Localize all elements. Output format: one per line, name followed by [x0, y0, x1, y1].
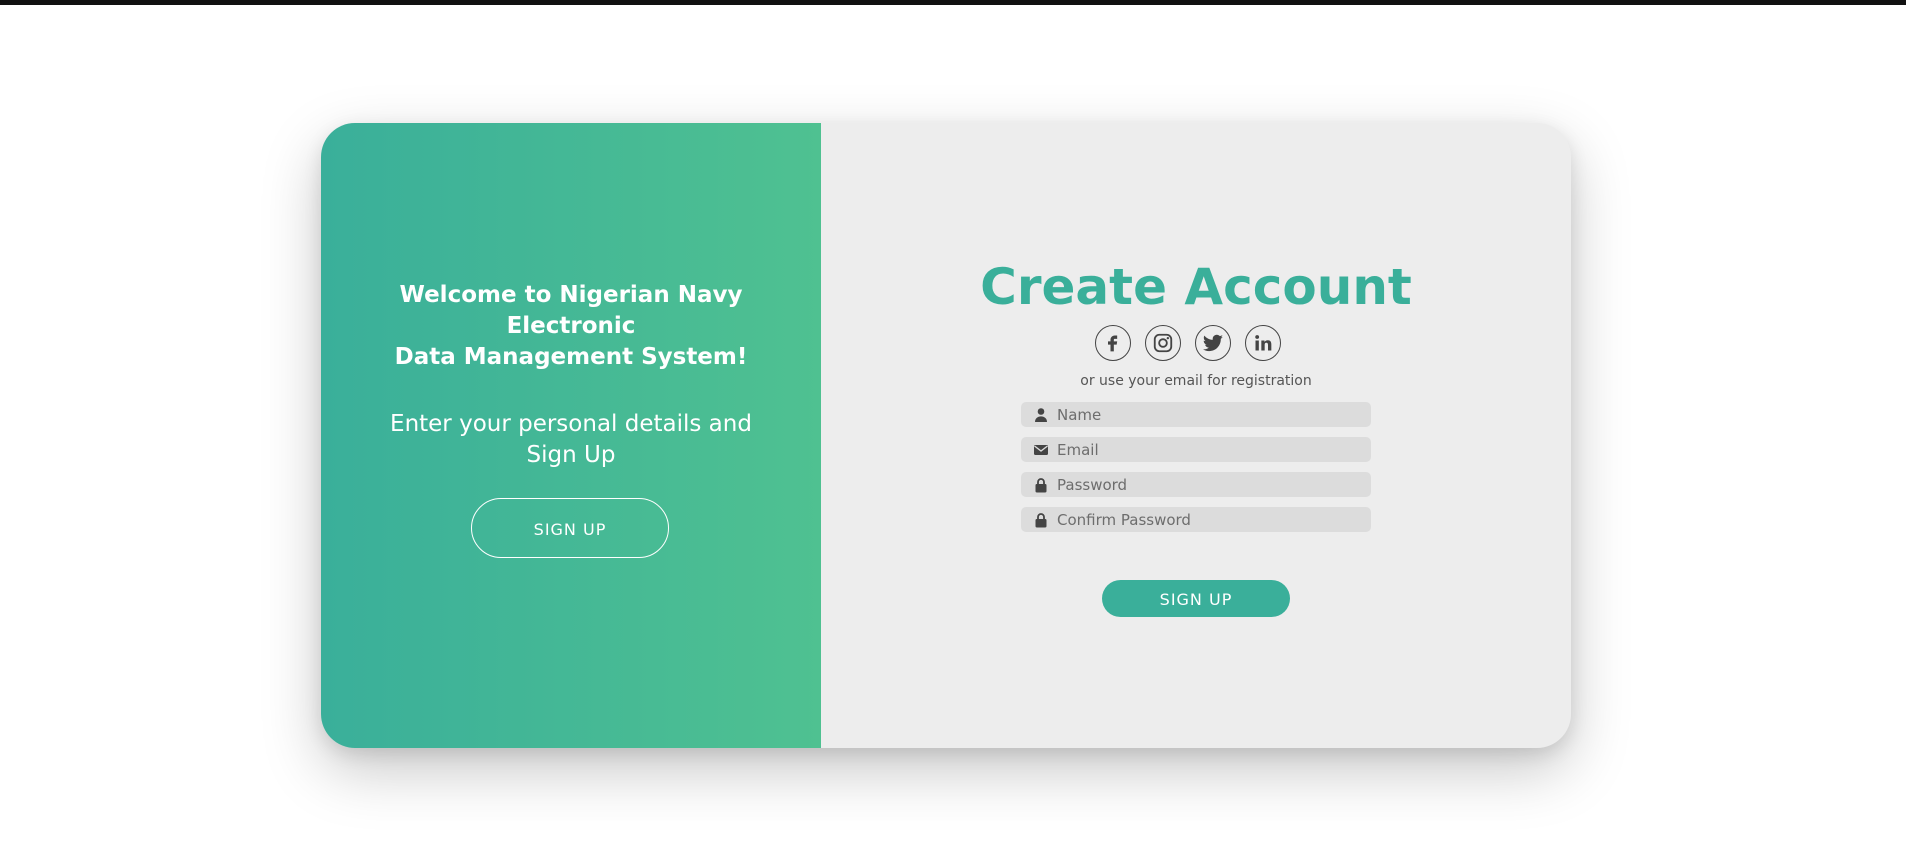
signup-card: Welcome to Nigerian Navy Electronic Data… — [321, 123, 1571, 748]
lock-icon — [1035, 478, 1047, 493]
welcome-subtext-line: Enter your personal details and — [390, 411, 752, 437]
social-links — [1095, 325, 1305, 365]
twitter-icon[interactable] — [1195, 325, 1231, 361]
password-field — [1021, 472, 1371, 497]
lock-icon — [1035, 513, 1047, 528]
instagram-icon[interactable] — [1145, 325, 1181, 361]
password-input[interactable] — [1057, 472, 1363, 497]
welcome-panel: Welcome to Nigerian Navy Electronic Data… — [321, 123, 821, 748]
email-field — [1021, 437, 1371, 462]
welcome-subtext: Enter your personal details and Sign Up — [351, 409, 791, 471]
welcome-subtext-line: Sign Up — [526, 442, 616, 468]
user-icon — [1035, 408, 1047, 422]
confirm-password-input[interactable] — [1057, 507, 1363, 532]
form-title: Create Account — [980, 258, 1412, 316]
welcome-heading-line: Electronic — [506, 313, 636, 339]
confirm-password-field — [1021, 507, 1371, 532]
name-field — [1021, 402, 1371, 427]
welcome-heading-line: Welcome to Nigerian Navy — [399, 282, 743, 308]
email-input[interactable] — [1057, 437, 1363, 462]
welcome-heading-line: Data Management System! — [394, 344, 748, 370]
name-input[interactable] — [1057, 402, 1363, 427]
linkedin-icon[interactable] — [1245, 325, 1281, 361]
welcome-heading: Welcome to Nigerian Navy Electronic Data… — [351, 280, 791, 373]
top-border — [0, 0, 1906, 5]
envelope-icon — [1034, 445, 1048, 455]
registration-hint: or use your email for registration — [1080, 373, 1312, 389]
panel-sign-up-button[interactable]: SIGN UP — [471, 498, 669, 558]
create-account-form: Create Account or use your email for reg… — [821, 123, 1571, 748]
submit-sign-up-button[interactable]: SIGN UP — [1102, 580, 1290, 617]
facebook-icon[interactable] — [1095, 325, 1131, 361]
